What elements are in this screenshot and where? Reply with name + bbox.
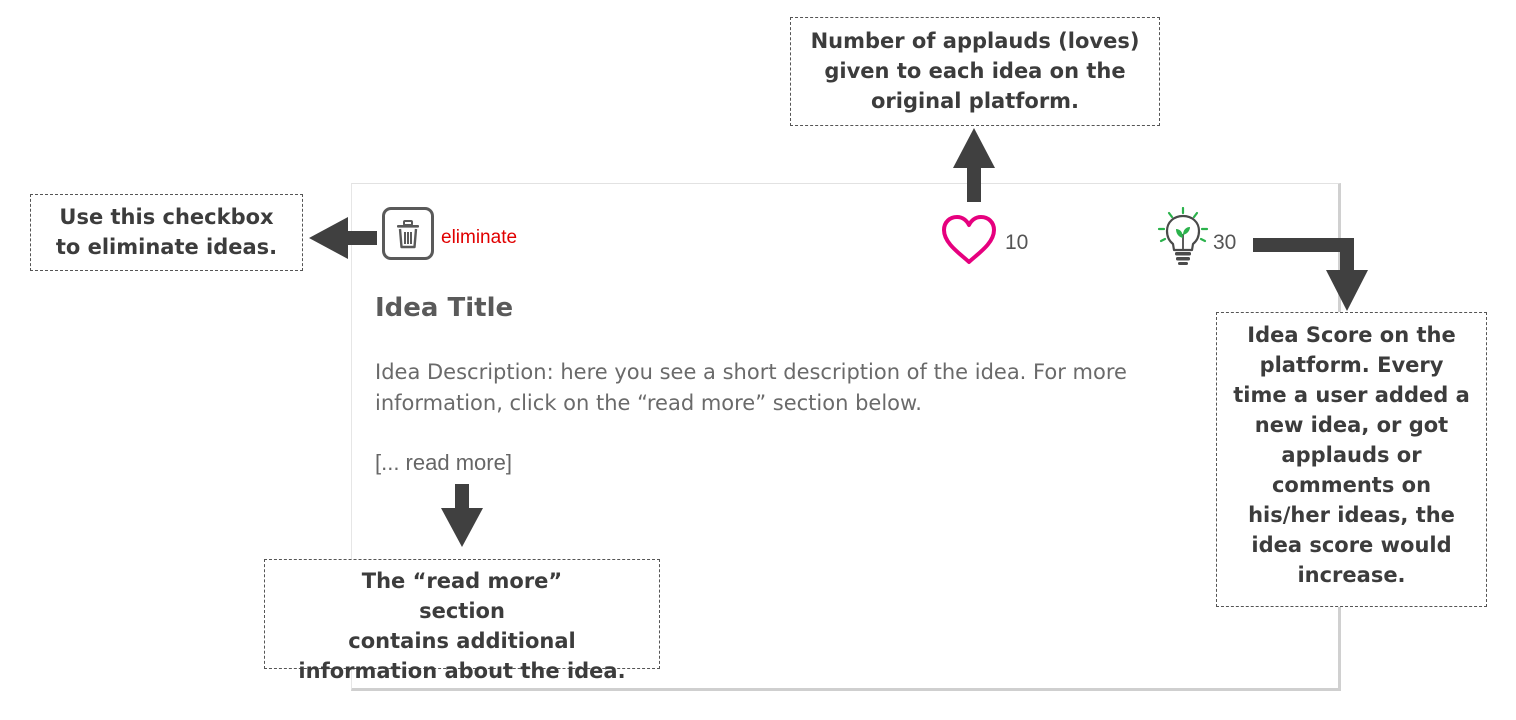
arrow-up-icon [953,128,995,202]
arrow-down-icon [441,484,483,547]
arrow-elbow-down-icon [1253,238,1368,311]
annotation-arrows [309,128,1368,547]
arrow-left-icon [309,217,377,259]
